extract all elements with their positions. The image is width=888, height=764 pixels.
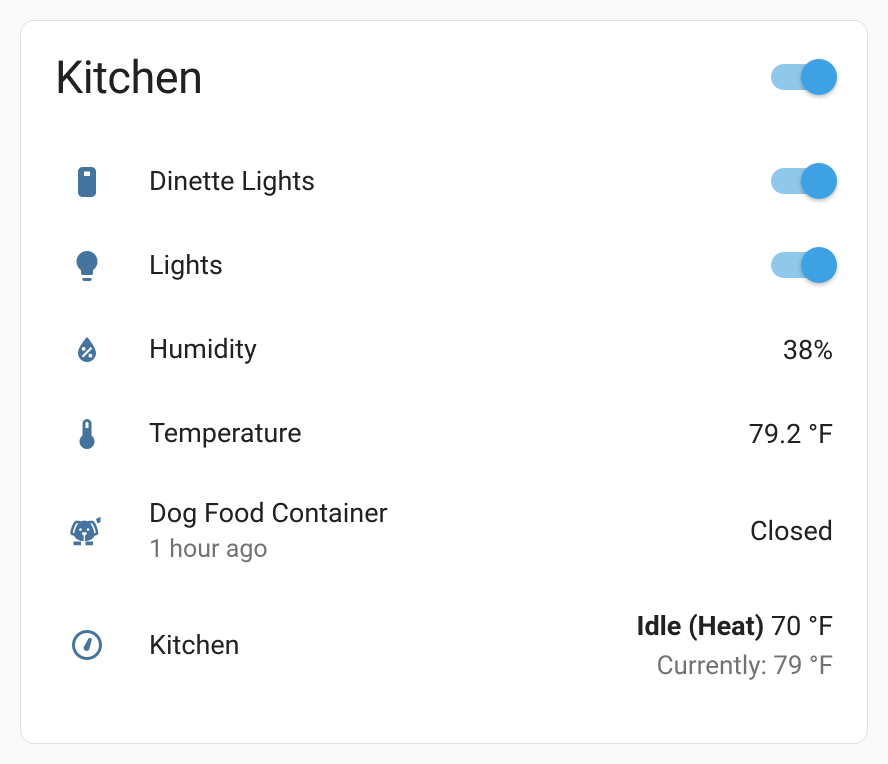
entity-info: Kitchen: [135, 628, 637, 663]
entity-info: Temperature: [135, 416, 749, 451]
entity-row-lights[interactable]: Lights: [55, 224, 833, 308]
thermostat-current: Currently: 79 °F: [637, 651, 833, 682]
humidity-icon: [55, 332, 135, 368]
entity-name: Dinette Lights: [149, 164, 771, 199]
entity-name: Dog Food Container: [149, 496, 750, 531]
thermostat-primary: Idle (Heat) 70 °F: [637, 608, 833, 644]
lightbulb-icon: [55, 248, 135, 284]
entity-info: Lights: [135, 248, 771, 283]
thermostat-target: 70 °F: [771, 610, 833, 642]
entity-row-dinette-lights[interactable]: Dinette Lights: [55, 140, 833, 224]
gauge-icon: [55, 627, 135, 663]
dog-food-value: Closed: [750, 515, 833, 547]
entity-info: Humidity: [135, 332, 783, 367]
entity-row-dog-food[interactable]: Dog Food Container 1 hour ago Closed: [55, 476, 833, 585]
master-toggle[interactable]: [771, 64, 833, 92]
thermostat-value: Idle (Heat) 70 °F Currently: 79 °F: [637, 608, 833, 682]
kitchen-card: Kitchen Dinette Lights Lights: [20, 20, 868, 744]
dinette-lights-toggle[interactable]: [771, 168, 833, 196]
thermostat-state: Idle (Heat): [637, 610, 765, 642]
switch-icon: [55, 164, 135, 200]
entity-info: Dog Food Container 1 hour ago: [135, 496, 750, 565]
entity-row-humidity[interactable]: Humidity 38%: [55, 308, 833, 392]
card-title: Kitchen: [55, 51, 202, 104]
lights-toggle[interactable]: [771, 252, 833, 280]
card-header: Kitchen: [55, 51, 833, 104]
entity-name: Temperature: [149, 416, 749, 451]
entity-secondary: 1 hour ago: [149, 535, 750, 565]
temperature-value: 79.2 °F: [749, 418, 833, 450]
humidity-value: 38%: [783, 334, 833, 366]
entity-name: Lights: [149, 248, 771, 283]
entity-name: Humidity: [149, 332, 783, 367]
dog-icon: [55, 513, 135, 549]
entity-row-thermostat[interactable]: Kitchen Idle (Heat) 70 °F Currently: 79 …: [55, 585, 833, 685]
thermometer-icon: [55, 416, 135, 452]
entity-name: Kitchen: [149, 628, 637, 663]
entity-row-temperature[interactable]: Temperature 79.2 °F: [55, 392, 833, 476]
entity-info: Dinette Lights: [135, 164, 771, 199]
